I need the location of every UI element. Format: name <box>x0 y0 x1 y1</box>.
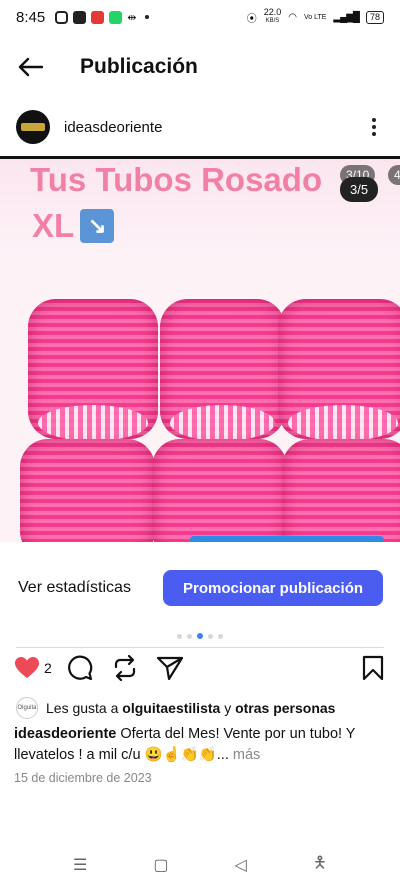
divider <box>16 647 384 648</box>
save-button[interactable] <box>362 655 384 681</box>
network-speed-unit: KB/S <box>265 18 280 24</box>
network-speed-value: 22.0 <box>263 7 282 17</box>
like-button[interactable] <box>14 656 40 680</box>
fs-icon <box>91 10 105 24</box>
youtube-icon <box>73 10 87 24</box>
system-nav-bar: ☰ ▢ ◁ 🯅 <box>0 850 400 880</box>
media-text-line1: Tus Tubos Rosado <box>30 161 323 198</box>
bookmark-icon <box>362 655 384 681</box>
instagram-icon <box>55 10 69 24</box>
hotspot-icon: ⦿ <box>246 13 257 25</box>
more-options-icon[interactable] <box>364 118 384 136</box>
notification-icons: ⇹ <box>55 10 150 24</box>
insights-row: Ver estadísticas Promocionar publicación <box>0 566 400 610</box>
back-button[interactable] <box>0 44 60 90</box>
post-username[interactable]: ideasdeoriente <box>64 119 162 136</box>
home-icon[interactable]: ▢ <box>153 855 168 875</box>
status-bar: 8:45 ⇹ ⦿ 22.0 KB/S ◠ Vo LTE ▂▄▆█ 78 <box>0 0 400 34</box>
repost-icon <box>114 655 135 681</box>
post-caption: ideasdeoriente Oferta del Mes! Vente por… <box>14 724 386 766</box>
send-icon <box>156 656 183 680</box>
carousel-dot-active <box>197 633 203 639</box>
likes-user[interactable]: olguitaestilista <box>122 700 220 716</box>
back-nav-icon[interactable]: ◁ <box>235 855 247 875</box>
page-title: Publicación <box>80 55 198 78</box>
wifi-icon: ◠ <box>288 11 297 23</box>
accessibility-icon[interactable]: 🯅 <box>313 852 327 879</box>
likes-summary[interactable]: Olguita Les gusta a olguitaestilista y o… <box>16 697 386 719</box>
avatar[interactable] <box>16 110 50 144</box>
menu-icon[interactable]: ☰ <box>73 855 87 875</box>
arrow-down-right-icon: ↘ <box>80 209 115 243</box>
carousel-counter: 3/5 <box>340 177 379 202</box>
signal-icon: ▂▄▆█ <box>333 11 360 23</box>
sync-icon: ⇹ <box>127 11 137 24</box>
repost-button[interactable] <box>113 655 137 681</box>
likes-suffix: y <box>224 700 232 716</box>
like-count[interactable]: 2 <box>44 660 52 676</box>
carousel-dot <box>177 633 182 639</box>
post-date: 15 de diciembre de 2023 <box>14 771 152 785</box>
post-actions: 2 <box>0 652 400 684</box>
more-notifications-dot <box>145 15 150 19</box>
app-header: Publicación <box>0 44 400 90</box>
comment-icon <box>67 655 93 681</box>
status-right: ⦿ 22.0 KB/S ◠ Vo LTE ▂▄▆█ 78 <box>247 8 384 26</box>
likes-prefix: Les gusta a <box>46 700 119 716</box>
carousel-indicator <box>0 633 400 639</box>
heart-filled-icon <box>15 657 39 678</box>
carousel-dot <box>208 633 213 639</box>
promote-post-button[interactable]: Promocionar publicación <box>163 570 383 606</box>
back-arrow-icon <box>18 57 43 77</box>
comment-button[interactable] <box>67 655 93 681</box>
media-text-xl: XL <box>32 207 75 244</box>
status-time: 8:45 <box>16 8 46 26</box>
battery-icon: 78 <box>365 10 384 24</box>
whatsapp-icon <box>109 10 123 24</box>
share-button[interactable] <box>156 656 183 680</box>
media-overlay-strip <box>190 536 384 542</box>
caption-more-link[interactable]: más <box>233 747 260 763</box>
network-speed: 22.0 KB/S <box>264 8 282 26</box>
volte-label: Vo LTE <box>303 13 327 21</box>
caption-username[interactable]: ideasdeoriente <box>14 726 116 742</box>
carousel-dot <box>218 633 223 639</box>
carousel-dot <box>187 633 192 639</box>
media-text-line2: XL ↘ <box>32 207 115 245</box>
likes-others[interactable]: otras personas <box>235 700 335 716</box>
post-header: ideasdeoriente <box>0 104 400 150</box>
liker-avatar: Olguita <box>16 697 38 719</box>
rollers-photo <box>0 299 400 542</box>
view-insights-link[interactable]: Ver estadísticas <box>18 579 131 597</box>
post-media[interactable]: Tus Tubos Rosado XL ↘ 3/10 4/ 3/5 <box>0 156 400 542</box>
